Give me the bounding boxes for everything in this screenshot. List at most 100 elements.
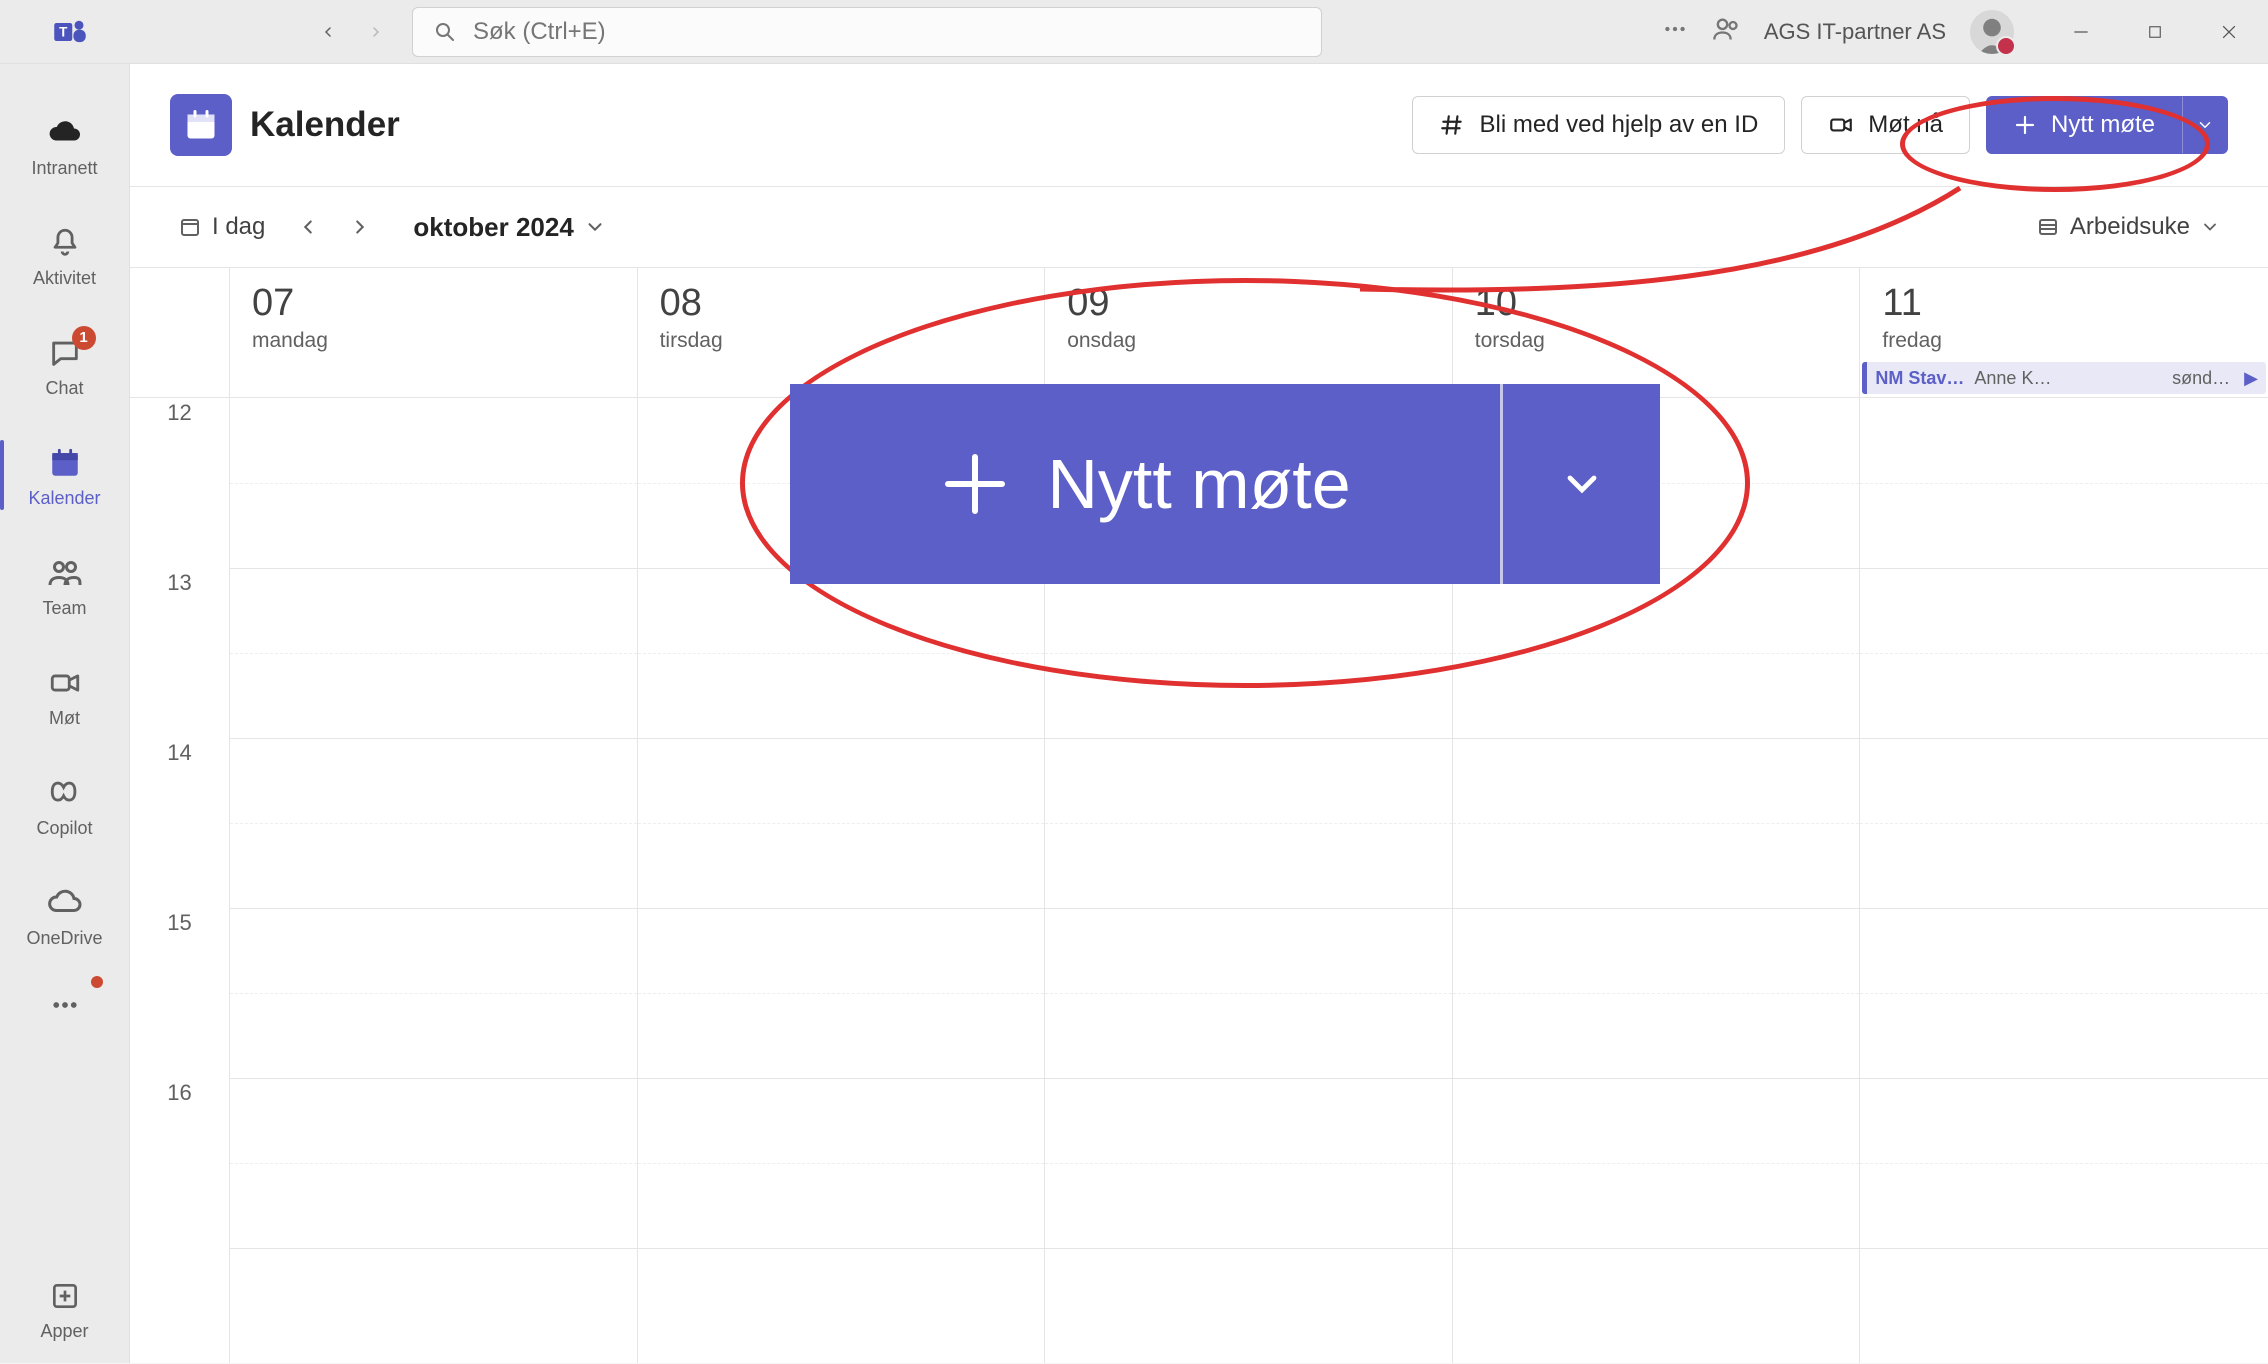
day-column[interactable]: 11 fredag NM Stav… Anne K… sønd… ▶ — [1860, 268, 2268, 1363]
time-column: 12 13 14 15 16 — [130, 268, 230, 1363]
time-label: 15 — [130, 908, 229, 1078]
nav-forward-button[interactable] — [356, 12, 396, 52]
window-close-button[interactable] — [2206, 9, 2252, 55]
meet-now-label: Møt nå — [1868, 111, 1943, 139]
search-icon — [433, 20, 457, 44]
calendar-icon — [48, 446, 82, 480]
list-icon — [2036, 215, 2060, 239]
people-icon[interactable] — [1712, 15, 1740, 48]
page-title: Kalender — [250, 105, 400, 145]
nav-back-button[interactable] — [308, 12, 348, 52]
time-label: 13 — [130, 568, 229, 738]
join-by-id-label: Bli med ved hjelp av en ID — [1479, 111, 1758, 139]
calendar-toolbar: I dag oktober 2024 Arbeidsuke — [130, 186, 2268, 268]
day-name: onsdag — [1067, 329, 1430, 353]
bell-icon — [48, 226, 82, 260]
prev-period-button[interactable] — [291, 210, 325, 244]
day-header: 11 fredag NM Stav… Anne K… sønd… ▶ — [1860, 268, 2268, 398]
sidebar-item-label: Aktivitet — [33, 268, 96, 289]
sidebar-item-label: Møt — [49, 708, 80, 729]
teams-logo: T — [52, 14, 88, 50]
day-column[interactable]: 07 mandag — [230, 268, 638, 1363]
annotation-new-meeting-label: Nytt møte — [1047, 444, 1350, 524]
sidebar-item-label: Team — [42, 598, 86, 619]
sidebar-item-more[interactable] — [0, 970, 129, 1040]
calendar-header: Kalender Bli med ved hjelp av en ID Møt … — [130, 64, 2268, 186]
new-meeting-split-button: Nytt møte — [1986, 96, 2228, 154]
event-time: sønd… — [2172, 368, 2230, 389]
new-meeting-label: Nytt møte — [2051, 111, 2155, 139]
chevron-right-icon — [349, 216, 371, 238]
event-organizer: Anne K… — [1974, 368, 2051, 389]
view-picker[interactable]: Arbeidsuke — [2028, 207, 2228, 247]
sidebar-item-label: Copilot — [36, 818, 92, 839]
video-icon — [1828, 112, 1854, 138]
day-name: fredag — [1882, 329, 2246, 353]
meet-now-button[interactable]: Møt nå — [1801, 96, 1970, 154]
calendar-app-icon — [170, 94, 232, 156]
plus-icon — [2013, 113, 2037, 137]
sidebar-item-label: Intranett — [31, 158, 97, 179]
sidebar-item-label: Apper — [40, 1321, 88, 1342]
notification-dot-icon — [91, 976, 103, 988]
copilot-icon — [48, 776, 82, 810]
calendar-today-icon — [178, 215, 202, 239]
more-icon[interactable] — [1662, 16, 1688, 47]
day-header: 07 mandag — [230, 268, 637, 398]
video-icon — [48, 666, 82, 700]
sidebar-item-copilot[interactable]: Copilot — [0, 750, 129, 860]
window-minimize-button[interactable] — [2058, 9, 2104, 55]
hash-icon — [1439, 112, 1465, 138]
day-header: 08 tirsdag — [638, 268, 1045, 398]
join-by-id-button[interactable]: Bli med ved hjelp av en ID — [1412, 96, 1785, 154]
chevron-down-icon — [2196, 116, 2214, 134]
day-number: 09 — [1067, 282, 1430, 325]
cloud-icon — [47, 115, 83, 151]
sidebar-item-onedrive[interactable]: OneDrive — [0, 860, 129, 970]
calendar-event[interactable]: NM Stav… Anne K… sønd… ▶ — [1862, 362, 2266, 394]
time-label: 16 — [130, 1078, 229, 1248]
day-header: 09 onsdag — [1045, 268, 1452, 398]
plus-icon — [939, 448, 1011, 520]
day-name: torsdag — [1475, 329, 1838, 353]
sidebar-item-aktivitet[interactable]: Aktivitet — [0, 200, 129, 310]
new-meeting-dropdown-button[interactable] — [2182, 96, 2228, 154]
next-period-button[interactable] — [343, 210, 377, 244]
chevron-left-icon — [297, 216, 319, 238]
sidebar-item-intranett[interactable]: Intranett — [0, 90, 129, 200]
day-name: mandag — [252, 329, 615, 353]
chat-badge: 1 — [72, 326, 96, 350]
month-label: oktober 2024 — [413, 212, 573, 243]
day-number: 11 — [1882, 282, 2246, 325]
sidebar-item-apper[interactable]: Apper — [0, 1253, 129, 1363]
more-horizontal-icon — [50, 990, 80, 1020]
avatar[interactable] — [1970, 10, 2014, 54]
sidebar-item-team[interactable]: Team — [0, 530, 129, 640]
search-input[interactable] — [473, 18, 1301, 46]
sidebar-item-kalender[interactable]: Kalender — [0, 420, 129, 530]
today-button[interactable]: I dag — [170, 207, 273, 247]
org-name: AGS IT-partner AS — [1764, 19, 1946, 45]
window-maximize-button[interactable] — [2132, 9, 2178, 55]
continue-right-icon: ▶ — [2244, 368, 2258, 389]
sidebar-item-mot[interactable]: Møt — [0, 640, 129, 750]
sidebar-item-label: Chat — [45, 378, 83, 399]
sidebar-item-chat[interactable]: 1 Chat — [0, 310, 129, 420]
titlebar: T AGS IT-partner AS — [0, 0, 2268, 64]
sidebar-item-label: OneDrive — [26, 928, 102, 949]
day-number: 07 — [252, 282, 615, 325]
calendar-main: Kalender Bli med ved hjelp av en ID Møt … — [130, 64, 2268, 1363]
apps-icon — [49, 1280, 81, 1312]
app-sidebar: Intranett Aktivitet 1 Chat Kalender Team — [0, 64, 130, 1363]
onedrive-icon — [47, 885, 83, 921]
view-label: Arbeidsuke — [2070, 213, 2190, 241]
time-label: 12 — [130, 398, 229, 568]
day-number: 08 — [660, 282, 1023, 325]
month-picker[interactable]: oktober 2024 — [395, 206, 613, 249]
chevron-down-icon — [584, 216, 606, 238]
new-meeting-button[interactable]: Nytt møte — [1986, 96, 2182, 154]
searchbox[interactable] — [412, 7, 1322, 57]
day-header: 10 torsdag — [1453, 268, 1860, 398]
day-number: 10 — [1475, 282, 1838, 325]
team-icon — [47, 555, 83, 591]
